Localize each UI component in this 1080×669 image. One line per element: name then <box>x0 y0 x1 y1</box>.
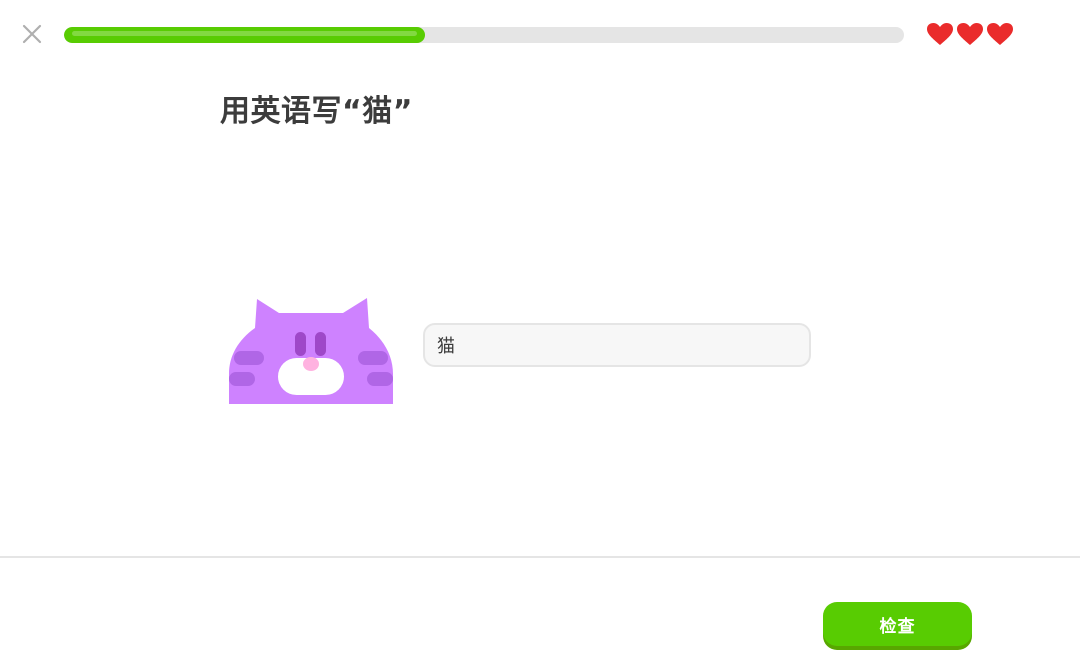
bubble-text: 猫 <box>437 336 455 357</box>
progress-shine <box>72 31 418 36</box>
close-icon[interactable] <box>20 22 44 46</box>
answer-bubble: 猫 <box>423 323 811 367</box>
lesson-progress-fill <box>64 27 426 43</box>
check-button[interactable]: 检查 <box>823 602 972 646</box>
lesson-progress-bar <box>64 27 904 43</box>
heart-icon <box>957 23 983 45</box>
hearts-counter <box>926 22 1014 46</box>
heart-icon <box>927 23 953 45</box>
footer-divider <box>0 556 1080 558</box>
lesson-page: 用英语写“猫” 猫 检查 <box>0 0 1080 669</box>
challenge-title: 用英语写“猫” <box>220 94 413 129</box>
heart-icon <box>987 23 1013 45</box>
cat-illustration <box>229 298 393 404</box>
